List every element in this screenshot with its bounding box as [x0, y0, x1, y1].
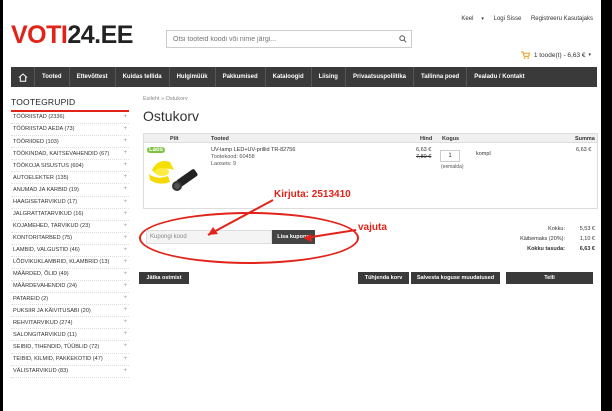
subtotal-row: Kokku: 5,53 €	[495, 226, 595, 232]
page: VOTI24.EE Keel▾ Logi Sisse Registreeru K…	[3, 0, 601, 411]
grand-total-value: 6,63 €	[579, 246, 595, 252]
totals-block: Kokku: 5,53 € Käibemaks (20%): 1,10 € Ko…	[495, 226, 595, 256]
vat-value: 1,10 €	[579, 236, 595, 242]
grand-total-row: Kokku tasuda: 6,63 €	[495, 246, 595, 252]
subtotal-value: 5,53 €	[579, 226, 595, 232]
save-quantity-button[interactable]: Salvesta koguse muudatused	[411, 272, 500, 284]
subtotal-label: Kokku:	[548, 226, 565, 232]
order-button[interactable]: Telli	[506, 272, 593, 284]
continue-shopping-button[interactable]: Jätka ostmist	[139, 272, 189, 284]
grand-total-label: Kokku tasuda:	[527, 246, 565, 252]
vat-row: Käibemaks (20%): 1,10 €	[495, 236, 595, 242]
annotation-arrows	[207, 199, 357, 242]
empty-cart-button[interactable]: Tühjenda korv	[358, 272, 409, 284]
vat-label: Käibemaks (20%):	[520, 236, 565, 242]
